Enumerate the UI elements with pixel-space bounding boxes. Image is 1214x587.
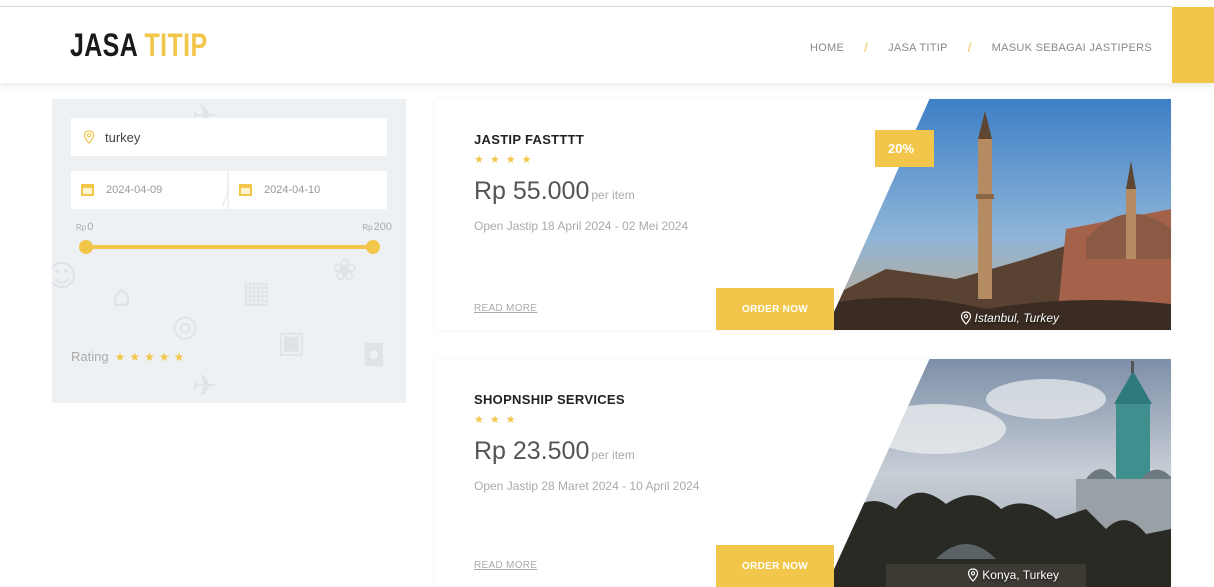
order-now-button[interactable]: ORDER NOW <box>716 545 834 587</box>
listing-open-period: Open Jastip 18 April 2024 - 02 Mei 2024 <box>474 219 689 233</box>
nav-jasa-titip[interactable]: JASA TITIP <box>888 42 948 54</box>
listing-open-period: Open Jastip 28 Maret 2024 - 10 April 202… <box>474 479 700 493</box>
background-doodle-icon: ▦ <box>242 275 271 310</box>
nav-login-jastipers[interactable]: MASUK SEBAGAI JASTIPERS <box>992 42 1152 54</box>
background-doodle-icon: ✈ <box>192 369 218 403</box>
background-doodle-icon: ◎ <box>172 309 199 344</box>
nav-home[interactable]: HOME <box>810 42 844 54</box>
nav-separator: / <box>864 40 869 55</box>
nav-separator: / <box>967 40 972 55</box>
date-from-value: 2024-04-09 <box>106 184 163 196</box>
background-doodle-icon: ⌂ <box>112 279 132 314</box>
price-slider-min-handle[interactable] <box>79 240 93 254</box>
logo-text-jasa: JASA <box>70 27 138 63</box>
rating-stars[interactable]: ★★★★★ <box>115 350 189 364</box>
price-range-min: Rp0 <box>76 221 94 233</box>
logo-text-titip: TITIP <box>144 27 208 63</box>
listing-location: Istanbul, Turkey <box>960 311 1059 325</box>
listing-rating-stars: ★★★ <box>474 414 522 426</box>
read-more-link[interactable]: READ MORE <box>474 560 537 571</box>
listing-price: Rp 23.500 per item <box>474 437 635 465</box>
map-pin-icon <box>83 130 95 144</box>
background-doodle-icon: ☺ <box>52 259 78 294</box>
filter-panel: ✈ ☺ ⌂ ▦ ❀ ◎ ▣ ◘ ✈ turkey 2024-04-09 2024… <box>52 99 406 403</box>
discount-badge: 20% <box>875 130 934 167</box>
calendar-icon <box>81 184 94 196</box>
date-from-input[interactable]: 2024-04-09 <box>71 171 227 209</box>
listing-rating-stars: ★★★★ <box>474 154 538 166</box>
price-unit: per item <box>591 188 635 202</box>
listing-card: JASTIP FASTTTT ★★★★ Rp 55.000 per item Op… <box>435 99 1171 330</box>
date-to-input[interactable]: 2024-04-10 <box>229 171 387 209</box>
order-now-button[interactable]: ORDER NOW <box>716 288 834 330</box>
header-accent-block <box>1172 7 1214 83</box>
price-unit: per item <box>591 448 635 462</box>
rating-label: Rating <box>71 349 109 364</box>
listing-title[interactable]: SHOPNSHIP SERVICES <box>474 392 625 407</box>
price-range-max: Rp200 <box>362 221 392 233</box>
location-value: turkey <box>105 129 141 145</box>
main-nav: HOME / JASA TITIP / MASUK SEBAGAI JASTIP… <box>810 40 1152 55</box>
map-pin-icon <box>968 568 979 582</box>
date-to-value: 2024-04-10 <box>264 184 321 196</box>
listing-location: Konya, Turkey <box>967 568 1059 582</box>
background-doodle-icon: ❀ <box>332 253 358 288</box>
listing-price: Rp 55.000 per item <box>474 177 635 205</box>
background-doodle-icon: ▣ <box>277 325 306 360</box>
price-range-slider[interactable] <box>86 245 373 249</box>
calendar-icon <box>239 184 252 196</box>
read-more-link[interactable]: READ MORE <box>474 303 537 314</box>
konya-photo <box>826 359 1171 587</box>
listing-title[interactable]: JASTIP FASTTTT <box>474 132 584 147</box>
background-doodle-icon: ◘ <box>362 339 386 374</box>
site-logo[interactable]: JASA TITIP <box>70 27 207 64</box>
listing-card: SHOPNSHIP SERVICES ★★★ Rp 23.500 per item… <box>435 359 1171 587</box>
rating-filter[interactable]: Rating ★★★★★ <box>71 349 188 364</box>
map-pin-icon <box>960 311 971 325</box>
price-slider-max-handle[interactable] <box>366 240 380 254</box>
site-header: JASA TITIP HOME / JASA TITIP / MASUK SEB… <box>0 7 1214 83</box>
location-input[interactable]: turkey <box>71 118 387 156</box>
